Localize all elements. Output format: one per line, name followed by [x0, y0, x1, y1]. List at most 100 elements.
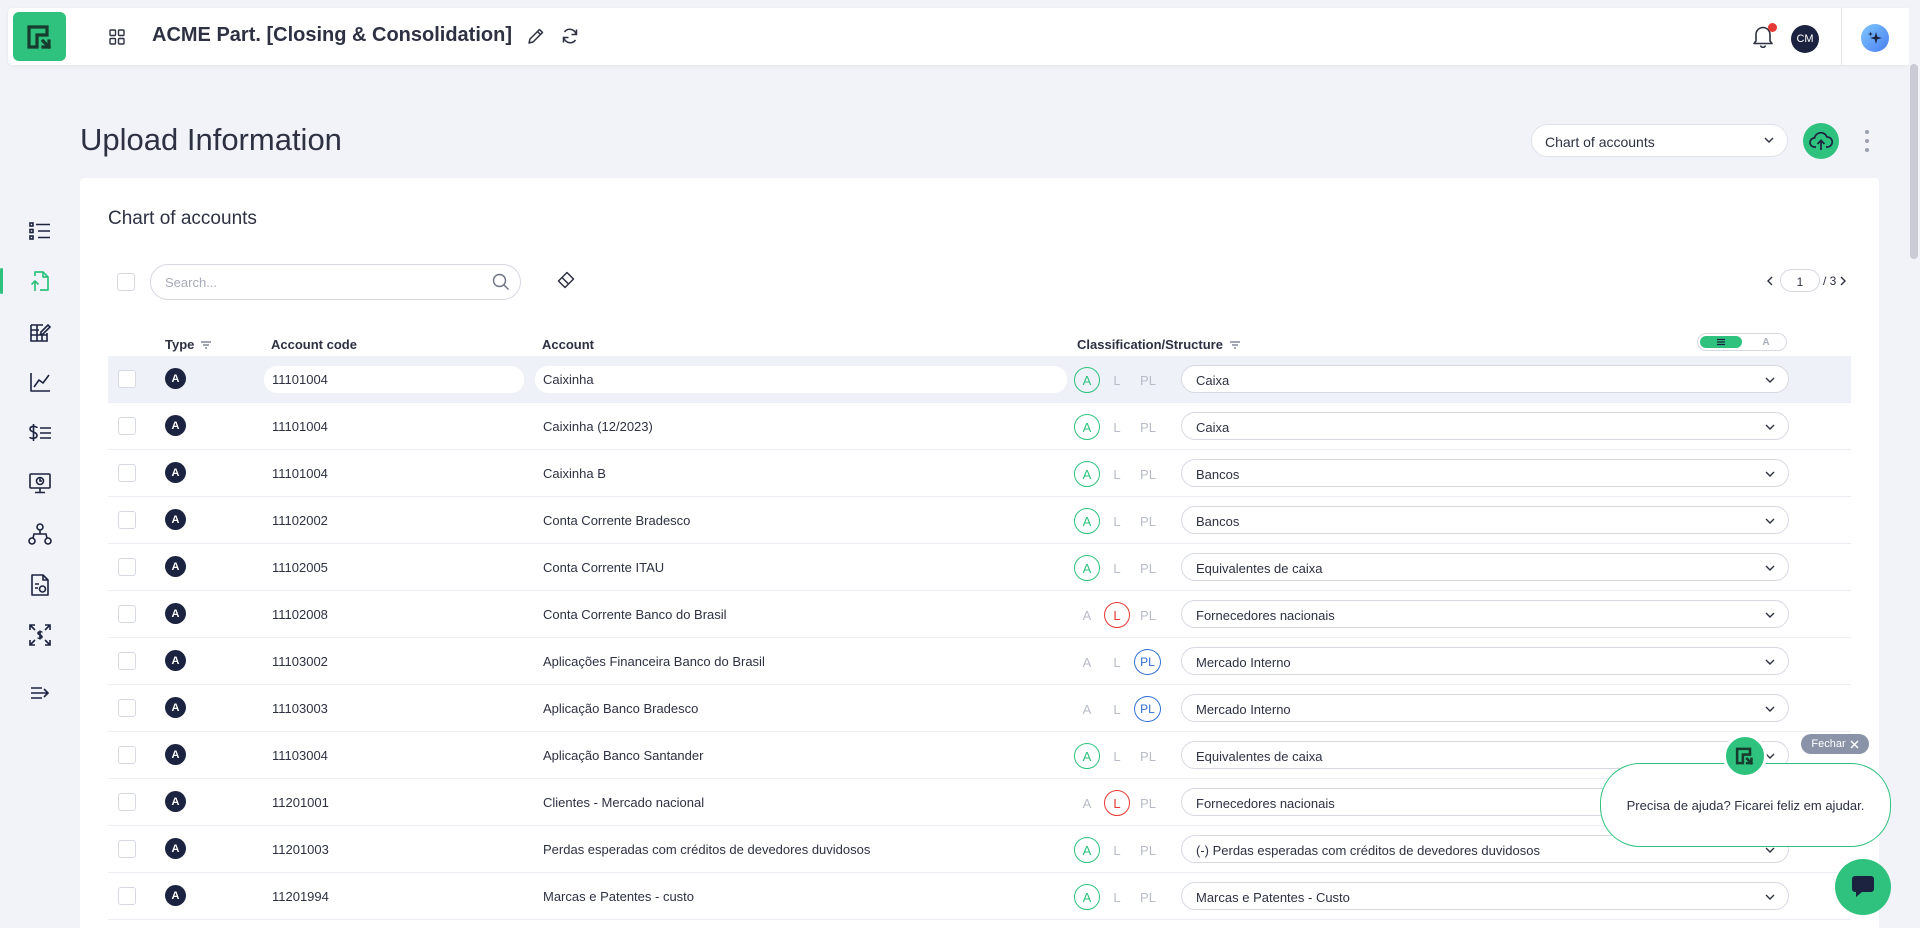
- classification-liability-toggle[interactable]: L: [1104, 602, 1130, 628]
- letter-view-segment[interactable]: A: [1746, 334, 1786, 350]
- classification-asset-toggle[interactable]: A: [1074, 790, 1100, 816]
- structure-select[interactable]: Mercado Interno: [1181, 694, 1789, 722]
- table-row[interactable]: A 11102002 Conta Corrente Bradesco A L PL Banc…: [108, 497, 1851, 544]
- sidebar-item-upload[interactable]: [27, 268, 53, 294]
- classification-equity-toggle[interactable]: PL: [1133, 837, 1163, 863]
- select-all-checkbox[interactable]: [117, 273, 135, 291]
- table-row[interactable]: A 11102005 Conta Corrente ITAU A L PL Equivale…: [108, 544, 1851, 591]
- notifications-button[interactable]: [1752, 23, 1777, 50]
- table-row[interactable]: A 11201001 Clientes - Mercado nacional A L PL…: [108, 779, 1851, 826]
- structure-select[interactable]: Mercado Interno: [1181, 647, 1789, 675]
- classification-equity-toggle[interactable]: PL: [1133, 790, 1163, 816]
- classification-asset-toggle[interactable]: A: [1074, 743, 1100, 769]
- classification-asset-toggle[interactable]: A: [1074, 414, 1100, 440]
- row-checkbox[interactable]: [118, 605, 136, 623]
- classification-liability-toggle[interactable]: L: [1104, 743, 1130, 769]
- classification-equity-toggle[interactable]: PL: [1134, 649, 1161, 675]
- classification-equity-toggle[interactable]: PL: [1133, 461, 1163, 487]
- table-row[interactable]: A 11103004 Aplicação Banco Santander A L PL Eq…: [108, 732, 1851, 779]
- table-row[interactable]: A 11103002 Aplicações Financeira Banco do …: [108, 638, 1851, 685]
- prev-page-button[interactable]: [1763, 271, 1777, 291]
- classification-asset-toggle[interactable]: A: [1074, 602, 1100, 628]
- table-row[interactable]: A 11201994 Marcas e Patentes - custo A L PL Ma…: [108, 873, 1851, 920]
- row-checkbox[interactable]: [118, 699, 136, 717]
- list-view-segment[interactable]: [1700, 336, 1742, 348]
- clear-filters-button[interactable]: [556, 270, 578, 292]
- classification-liability-toggle[interactable]: L: [1104, 837, 1130, 863]
- classification-equity-toggle[interactable]: PL: [1134, 696, 1161, 722]
- edit-title-button[interactable]: [526, 26, 548, 48]
- search-icon[interactable]: [492, 273, 510, 291]
- row-checkbox[interactable]: [118, 511, 136, 529]
- structure-select[interactable]: Bancos: [1181, 506, 1789, 534]
- classification-asset-toggle[interactable]: A: [1074, 649, 1100, 675]
- classification-asset-toggle[interactable]: A: [1074, 884, 1100, 910]
- row-checkbox[interactable]: [118, 887, 136, 905]
- structure-select[interactable]: Equivalentes de caixa: [1181, 553, 1789, 581]
- classification-asset-toggle[interactable]: A: [1074, 696, 1100, 722]
- table-row[interactable]: A 11201003 Perdas esperadas com créditos d…: [108, 826, 1851, 873]
- classification-asset-toggle[interactable]: A: [1074, 555, 1100, 581]
- table-row[interactable]: A 11102008 Conta Corrente Banco do Brasil A…: [108, 591, 1851, 638]
- structure-select[interactable]: Bancos: [1181, 459, 1789, 487]
- sidebar-item-monitor[interactable]: [27, 470, 53, 496]
- classification-liability-toggle[interactable]: L: [1104, 884, 1130, 910]
- row-checkbox[interactable]: [118, 652, 136, 670]
- app-logo[interactable]: [13, 12, 66, 61]
- header-classification[interactable]: Classification/Structure: [1077, 337, 1241, 352]
- close-help-button[interactable]: Fechar: [1801, 734, 1869, 754]
- row-checkbox[interactable]: [118, 840, 136, 858]
- search-input[interactable]: [165, 275, 485, 290]
- structure-select[interactable]: Marcas e Patentes - Custo: [1181, 882, 1789, 910]
- row-checkbox[interactable]: [118, 370, 136, 388]
- classification-liability-toggle[interactable]: L: [1104, 696, 1130, 722]
- sidebar-item-collapse[interactable]: [27, 680, 53, 706]
- row-checkbox[interactable]: [118, 746, 136, 764]
- apps-grid-button[interactable]: [100, 26, 134, 48]
- row-checkbox[interactable]: [118, 417, 136, 435]
- page-number-input[interactable]: 1: [1780, 269, 1820, 292]
- sidebar-item-edit-table[interactable]: [27, 319, 53, 345]
- classification-liability-toggle[interactable]: L: [1104, 414, 1130, 440]
- classification-equity-toggle[interactable]: PL: [1133, 555, 1163, 581]
- sidebar-item-expand[interactable]: [27, 622, 53, 648]
- sidebar-item-finance[interactable]: [27, 420, 53, 446]
- classification-equity-toggle[interactable]: PL: [1133, 743, 1163, 769]
- classification-equity-toggle[interactable]: PL: [1133, 367, 1163, 393]
- header-type[interactable]: Type: [165, 337, 212, 352]
- sidebar-item-hierarchy[interactable]: [27, 521, 53, 547]
- classification-asset-toggle[interactable]: A: [1074, 837, 1100, 863]
- sidebar-item-reports[interactable]: [27, 572, 53, 598]
- structure-select[interactable]: Caixa: [1181, 365, 1789, 393]
- ai-assistant-button[interactable]: [1861, 24, 1889, 52]
- classification-equity-toggle[interactable]: PL: [1133, 884, 1163, 910]
- classification-equity-toggle[interactable]: PL: [1133, 602, 1163, 628]
- table-row[interactable]: A 11101004 Caixinha B A L PL Bancos: [108, 450, 1851, 497]
- row-checkbox[interactable]: [118, 464, 136, 482]
- view-mode-toggle[interactable]: A: [1697, 333, 1787, 351]
- classification-liability-toggle[interactable]: L: [1104, 790, 1130, 816]
- table-row[interactable]: A 11101004 Caixinha (12/2023) A L PL Caixa: [108, 403, 1851, 450]
- classification-equity-toggle[interactable]: PL: [1133, 508, 1163, 534]
- classification-asset-toggle[interactable]: A: [1074, 367, 1100, 393]
- classification-liability-toggle[interactable]: L: [1104, 555, 1130, 581]
- row-checkbox[interactable]: [118, 558, 136, 576]
- account-edit-box[interactable]: [535, 366, 1067, 393]
- upload-button[interactable]: [1803, 123, 1839, 159]
- user-avatar[interactable]: CM: [1791, 25, 1819, 53]
- row-checkbox[interactable]: [118, 793, 136, 811]
- account-code-cell[interactable]: 11101004: [272, 372, 328, 387]
- classification-asset-toggle[interactable]: A: [1074, 461, 1100, 487]
- structure-select[interactable]: Fornecedores nacionais: [1181, 600, 1789, 628]
- structure-select[interactable]: Caixa: [1181, 412, 1789, 440]
- chat-button[interactable]: [1835, 859, 1891, 915]
- classification-liability-toggle[interactable]: L: [1104, 367, 1130, 393]
- classification-liability-toggle[interactable]: L: [1104, 508, 1130, 534]
- classification-equity-toggle[interactable]: PL: [1133, 414, 1163, 440]
- classification-liability-toggle[interactable]: L: [1104, 461, 1130, 487]
- table-row[interactable]: A 11103003 Aplicação Banco Bradesco A L PL Mer…: [108, 685, 1851, 732]
- page-scrollbar-thumb[interactable]: [1910, 64, 1918, 259]
- table-row[interactable]: A 11101004 Caixinha A L PL Caixa: [108, 356, 1851, 403]
- refresh-button[interactable]: [560, 26, 582, 48]
- import-type-select[interactable]: Chart of accounts: [1531, 124, 1788, 157]
